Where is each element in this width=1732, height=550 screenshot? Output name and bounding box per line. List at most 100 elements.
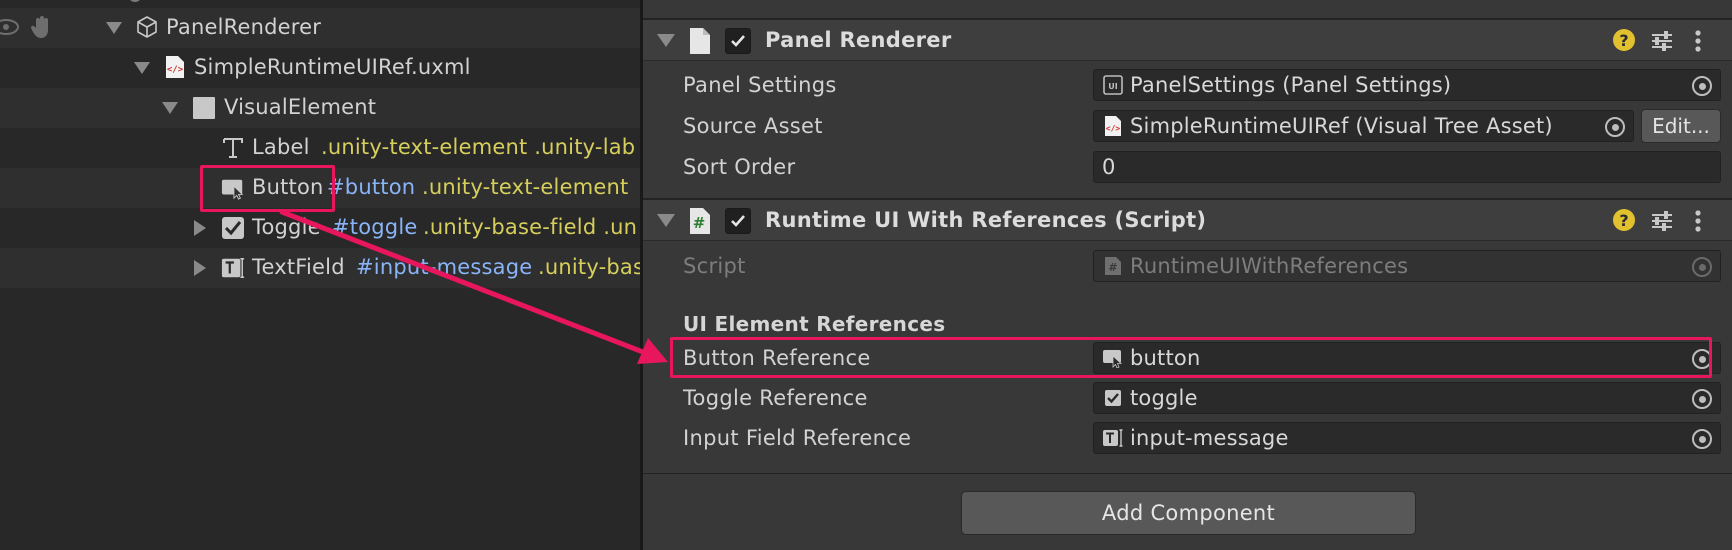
csharp-script-icon: # [1102,255,1124,277]
field-value: input-message [1130,426,1289,450]
uss-classes: .unity-bas [538,255,640,279]
prop-label: Panel Settings [683,73,837,97]
prop-panel-settings: Panel Settings UI PanelSettings (Panel S… [643,67,1732,103]
svg-text:</>: </> [1106,124,1121,133]
gameobject-icon-partial [128,0,142,2]
label-text-icon [221,136,245,160]
ui-builder-hierarchy: PanelRenderer </> SimpleRuntimeUIRef.uxm… [0,0,640,550]
svg-text:UI: UI [1108,82,1117,91]
separator [643,473,1732,474]
uxml-file-icon: </> [163,55,187,79]
expand-arrow-icon[interactable] [194,220,206,236]
prop-label: Toggle Reference [683,386,868,410]
help-icon[interactable]: ? [1613,209,1635,231]
source-asset-object-field[interactable]: </> SimpleRuntimeUIRef (Visual Tree Asse… [1093,110,1634,142]
prop-source-asset: Source Asset </> SimpleRuntimeUIRef (Vis… [643,108,1732,144]
help-icon[interactable]: ? [1613,29,1635,51]
prop-label: Sort Order [683,155,796,179]
button-reference-field[interactable]: button [1093,342,1721,374]
component-title: Runtime UI With References (Script) [765,208,1207,232]
hierarchy-row-uxml[interactable]: </> SimpleRuntimeUIRef.uxml [0,48,640,88]
element-id: #button [327,175,416,199]
hierarchy-label: Label [252,135,310,159]
field-value: PanelSettings (Panel Settings) [1130,73,1452,97]
object-picker-icon[interactable] [1605,117,1625,137]
svg-text:#: # [693,214,706,232]
hierarchy-row-panelrenderer[interactable]: PanelRenderer [0,8,640,48]
hierarchy-label: Button [252,175,324,199]
hierarchy-row-button[interactable]: Button #button .unity-text-element [0,168,640,208]
textfield-icon [221,256,245,280]
hierarchy-row-toggle[interactable]: Toggle #toggle .unity-base-field .un [0,208,640,248]
prop-label: Button Reference [683,346,871,370]
hierarchy-row-visualelement[interactable]: VisualElement [0,88,640,128]
uss-classes: .unity-text-element .unity-lab [321,135,636,159]
foldout-arrow-icon[interactable] [657,214,675,227]
button-icon [221,176,245,200]
field-value: toggle [1130,386,1198,410]
section-title: UI Element References [683,312,946,336]
kebab-menu-icon[interactable] [1693,28,1703,54]
panel-settings-asset-icon: UI [1102,74,1124,96]
expand-arrow-icon[interactable] [162,102,178,114]
gameobject-cube-icon [135,15,159,39]
field-value: SimpleRuntimeUIRef (Visual Tree Asset) [1130,114,1553,138]
pickable-hand-icon[interactable] [30,14,54,40]
prop-label: Input Field Reference [683,426,912,450]
svg-text:</>: </> [167,65,184,75]
textfield-icon [1102,427,1124,449]
prop-toggle-reference: Toggle Reference toggle [643,380,1732,416]
hierarchy-row-label[interactable]: Label .unity-text-element .unity-lab [0,128,640,168]
component-title: Panel Renderer [765,28,952,52]
prop-sort-order: Sort Order 0 [643,149,1732,185]
object-picker-icon[interactable] [1692,389,1712,409]
uxml-file-icon: </> [1102,115,1124,137]
kebab-menu-icon[interactable] [1693,208,1703,234]
expand-arrow-icon[interactable] [134,62,150,74]
hierarchy-label: VisualElement [224,95,377,119]
script-object-field: # RuntimeUIWithReferences [1093,250,1721,282]
object-picker-icon [1692,257,1712,277]
uss-classes: .unity-base-field .un [423,215,638,239]
component-enabled-checkbox[interactable] [725,208,751,234]
object-picker-icon[interactable] [1692,76,1712,96]
field-value: RuntimeUIWithReferences [1130,254,1409,278]
add-component-button[interactable]: Add Component [961,491,1416,535]
hierarchy-label: PanelRenderer [166,15,322,39]
prop-label: Script [683,254,746,278]
edit-button[interactable]: Edit... [1641,109,1721,143]
toggle-checkbox-icon [1102,387,1124,409]
sort-order-input[interactable]: 0 [1093,151,1721,183]
object-picker-icon[interactable] [1692,349,1712,369]
hierarchy-row-textfield[interactable]: TextField #input-message .unity-bas [0,248,640,288]
runtime-script-header[interactable]: # Runtime UI With References (Script) ? [643,199,1732,241]
panel-settings-object-field[interactable]: UI PanelSettings (Panel Settings) [1093,69,1721,101]
panel-renderer-header[interactable]: Panel Renderer ? [643,19,1732,61]
presets-sliders-icon[interactable] [1649,209,1675,233]
svg-text:#: # [1108,261,1117,274]
toggle-checkbox-icon [221,216,245,240]
element-id: #input-message [356,255,533,279]
document-icon [688,27,712,55]
visualelement-icon [192,96,216,120]
foldout-arrow-icon[interactable] [657,34,675,47]
csharp-script-icon: # [688,207,712,235]
element-id: #toggle [332,215,418,239]
presets-sliders-icon[interactable] [1649,29,1675,53]
component-enabled-checkbox[interactable] [725,28,751,54]
field-value: 0 [1102,155,1116,179]
hierarchy-label: TextField [252,255,345,279]
prop-script: Script # RuntimeUIWithReferences [643,248,1732,284]
button-icon [1102,347,1124,369]
visibility-eye-icon[interactable] [0,16,20,38]
uss-classes: .unity-text-element [422,175,629,199]
hierarchy-label: SimpleRuntimeUIRef.uxml [194,55,471,79]
hierarchy-label: Toggle [252,215,321,239]
expand-arrow-icon[interactable] [106,22,122,34]
expand-arrow-icon[interactable] [194,260,206,276]
input-field-reference-field[interactable]: input-message [1093,422,1721,454]
toggle-reference-field[interactable]: toggle [1093,382,1721,414]
object-picker-icon[interactable] [1692,429,1712,449]
prop-label: Source Asset [683,114,823,138]
field-value: button [1130,346,1201,370]
